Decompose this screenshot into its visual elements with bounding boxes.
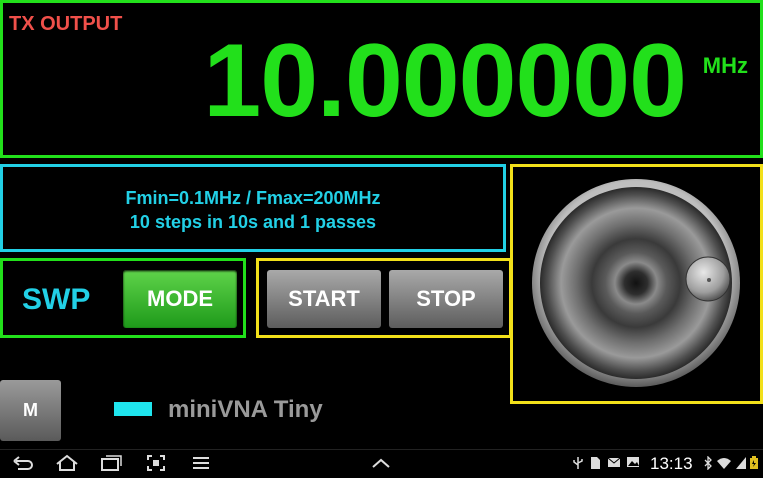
device-color-swatch bbox=[114, 402, 152, 416]
sd-card-icon bbox=[590, 456, 601, 473]
frequency-value[interactable]: 10.000000 bbox=[203, 29, 687, 133]
system-navigation-bar: 13:13 bbox=[0, 449, 763, 478]
tx-output-label: TX OUTPUT bbox=[9, 13, 123, 35]
sweep-steps-text: 10 steps in 10s and 1 passes bbox=[129, 212, 377, 232]
tuning-knob-panel bbox=[510, 164, 763, 404]
clock: 13:13 bbox=[650, 454, 693, 473]
stop-button[interactable]: STOP bbox=[389, 270, 503, 328]
frequency-panel: TX OUTPUT 10.000000 MHz bbox=[0, 0, 763, 158]
battery-icon bbox=[749, 456, 759, 473]
recent-apps-icon[interactable] bbox=[100, 454, 122, 476]
start-button[interactable]: START bbox=[267, 270, 381, 328]
menu-icon[interactable] bbox=[192, 454, 210, 476]
wifi-icon bbox=[716, 456, 732, 473]
mode-button[interactable]: MODE bbox=[123, 270, 237, 328]
mode-label: SWP bbox=[22, 283, 91, 316]
screenshot-icon[interactable] bbox=[146, 454, 166, 476]
control-panel: START STOP bbox=[256, 258, 512, 338]
bluetooth-icon bbox=[703, 455, 713, 473]
home-icon[interactable] bbox=[55, 454, 79, 476]
sweep-range-text: Fmin=0.1MHz / Fmax=200MHz bbox=[125, 188, 381, 208]
device-name: miniVNA Tiny bbox=[168, 396, 323, 423]
sweep-info-panel[interactable]: Fmin=0.1MHz / Fmax=200MHz 10 steps in 10… bbox=[0, 164, 506, 252]
tuning-knob-icon[interactable] bbox=[531, 175, 741, 395]
expand-up-icon[interactable] bbox=[371, 454, 391, 476]
email-icon bbox=[607, 456, 621, 471]
m-button[interactable]: M bbox=[0, 380, 61, 441]
usb-icon bbox=[572, 456, 584, 473]
frequency-unit: MHz bbox=[702, 53, 748, 78]
back-icon[interactable] bbox=[12, 454, 34, 476]
mode-panel: SWP MODE bbox=[0, 258, 246, 338]
image-icon bbox=[626, 456, 640, 471]
signal-icon bbox=[735, 456, 747, 473]
